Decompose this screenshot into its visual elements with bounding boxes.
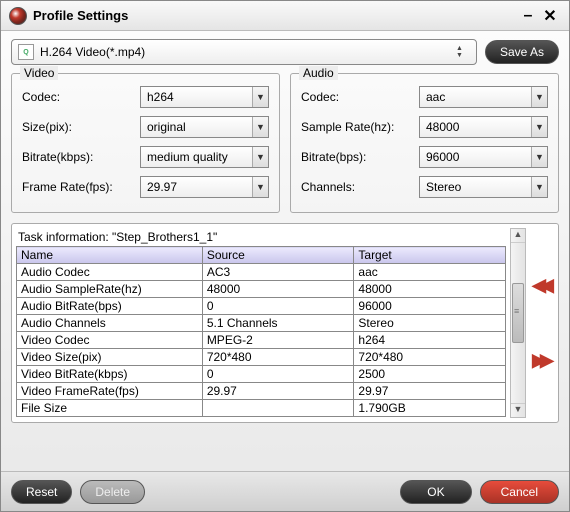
chevron-down-icon: ▼	[252, 117, 268, 137]
video-codec-select[interactable]: h264 ▼	[140, 86, 269, 108]
video-size-label: Size(pix):	[22, 120, 134, 134]
mp4-icon: Q	[18, 44, 34, 60]
audio-bitrate-label: Bitrate(bps):	[301, 150, 413, 164]
cell-source: 48000	[202, 281, 354, 298]
table-row[interactable]: Video FrameRate(fps)29.9729.97	[17, 383, 506, 400]
cell-name: Audio Codec	[17, 264, 203, 281]
audio-samplerate-label: Sample Rate(hz):	[301, 120, 413, 134]
col-source[interactable]: Source	[202, 247, 354, 264]
cell-name: Video BitRate(kbps)	[17, 366, 203, 383]
profile-select-value: H.264 Video(*.mp4)	[40, 45, 450, 59]
col-target[interactable]: Target	[354, 247, 506, 264]
table-row[interactable]: Audio Channels5.1 ChannelsStereo	[17, 315, 506, 332]
audio-channels-select[interactable]: Stereo ▼	[419, 176, 548, 198]
task-info-title: Task information: "Step_Brothers1_1"	[16, 228, 506, 246]
cell-target: 48000	[354, 281, 506, 298]
content-area: Q H.264 Video(*.mp4) ▲▼ Save As Video Co…	[1, 31, 569, 471]
chevron-down-icon: ▼	[252, 87, 268, 107]
chevron-down-icon: ▼	[531, 117, 547, 137]
profile-select[interactable]: Q H.264 Video(*.mp4) ▲▼	[11, 39, 477, 65]
save-as-label: Save As	[500, 45, 544, 59]
cell-name: Video Size(pix)	[17, 349, 203, 366]
table-row[interactable]: File Size 1.790GB	[17, 400, 506, 417]
audio-codec-select[interactable]: aac ▼	[419, 86, 548, 108]
delete-button[interactable]: Delete	[80, 480, 145, 504]
cell-name: Audio BitRate(bps)	[17, 298, 203, 315]
save-as-button[interactable]: Save As	[485, 40, 559, 64]
profile-settings-window: Profile Settings – ✕ Q H.264 Video(*.mp4…	[0, 0, 570, 512]
audio-channels-label: Channels:	[301, 180, 413, 194]
video-bitrate-select[interactable]: medium quality ▼	[140, 146, 269, 168]
free-disk-label: Free disk space:20.81GB	[16, 417, 506, 418]
scroll-thumb[interactable]	[512, 283, 524, 343]
chevron-down-icon: ▼	[252, 147, 268, 167]
close-button[interactable]: ✕	[539, 6, 561, 26]
table-row[interactable]: Audio BitRate(bps)096000	[17, 298, 506, 315]
video-codec-label: Codec:	[22, 90, 134, 104]
cell-target: 2500	[354, 366, 506, 383]
scroll-up-icon[interactable]: ▲	[511, 229, 525, 243]
audio-panel: Audio Codec: aac ▼ Sample Rate(hz): 4800…	[290, 73, 559, 213]
next-task-button[interactable]: ▶▶	[532, 350, 548, 371]
cancel-button[interactable]: Cancel	[480, 480, 559, 504]
table-row[interactable]: Audio SampleRate(hz)4800048000	[17, 281, 506, 298]
video-framerate-select[interactable]: 29.97 ▼	[140, 176, 269, 198]
bottom-bar: Reset Delete OK Cancel	[1, 471, 569, 511]
audio-bitrate-select[interactable]: 96000 ▼	[419, 146, 548, 168]
cell-name: Video FrameRate(fps)	[17, 383, 203, 400]
cell-name: Video Codec	[17, 332, 203, 349]
spinner-icon[interactable]: ▲▼	[456, 45, 470, 59]
table-row[interactable]: Audio CodecAC3aac	[17, 264, 506, 281]
window-title: Profile Settings	[33, 8, 517, 23]
audio-codec-label: Codec:	[301, 90, 413, 104]
chevron-down-icon: ▼	[531, 177, 547, 197]
cell-target: 96000	[354, 298, 506, 315]
cell-source: AC3	[202, 264, 354, 281]
cell-target: 720*480	[354, 349, 506, 366]
cell-target: 29.97	[354, 383, 506, 400]
cell-source: 5.1 Channels	[202, 315, 354, 332]
reset-button[interactable]: Reset	[11, 480, 72, 504]
video-panel: Video Codec: h264 ▼ Size(pix): original …	[11, 73, 280, 213]
chevron-down-icon: ▼	[531, 147, 547, 167]
video-size-select[interactable]: original ▼	[140, 116, 269, 138]
titlebar: Profile Settings – ✕	[1, 1, 569, 31]
table-row[interactable]: Video BitRate(kbps)02500	[17, 366, 506, 383]
chevron-down-icon: ▼	[252, 177, 268, 197]
table-header-row: Name Source Target	[17, 247, 506, 264]
chevron-down-icon: ▼	[531, 87, 547, 107]
cell-source: 0	[202, 298, 354, 315]
cell-name: File Size	[17, 400, 203, 417]
cell-name: Audio SampleRate(hz)	[17, 281, 203, 298]
cell-source: MPEG-2	[202, 332, 354, 349]
prev-task-button[interactable]: ◀◀	[532, 275, 548, 296]
audio-samplerate-select[interactable]: 48000 ▼	[419, 116, 548, 138]
cell-source: 720*480	[202, 349, 354, 366]
video-bitrate-label: Bitrate(kbps):	[22, 150, 134, 164]
cell-name: Audio Channels	[17, 315, 203, 332]
cell-target: h264	[354, 332, 506, 349]
vertical-scrollbar[interactable]: ▲ ▼	[510, 228, 526, 418]
scroll-down-icon[interactable]: ▼	[511, 403, 525, 417]
audio-legend: Audio	[299, 66, 338, 80]
video-legend: Video	[20, 66, 58, 80]
cell-source	[202, 400, 354, 417]
task-info-panel: Task information: "Step_Brothers1_1" Nam…	[11, 223, 559, 423]
col-name[interactable]: Name	[17, 247, 203, 264]
cell-target: Stereo	[354, 315, 506, 332]
cell-target: 1.790GB	[354, 400, 506, 417]
minimize-button[interactable]: –	[517, 7, 539, 25]
cell-source: 29.97	[202, 383, 354, 400]
app-icon	[9, 7, 27, 25]
table-row[interactable]: Video Size(pix)720*480720*480	[17, 349, 506, 366]
table-row[interactable]: Video CodecMPEG-2h264	[17, 332, 506, 349]
cell-target: aac	[354, 264, 506, 281]
task-table: Name Source Target Audio CodecAC3aacAudi…	[16, 246, 506, 417]
ok-button[interactable]: OK	[400, 480, 471, 504]
cell-source: 0	[202, 366, 354, 383]
video-framerate-label: Frame Rate(fps):	[22, 180, 134, 194]
